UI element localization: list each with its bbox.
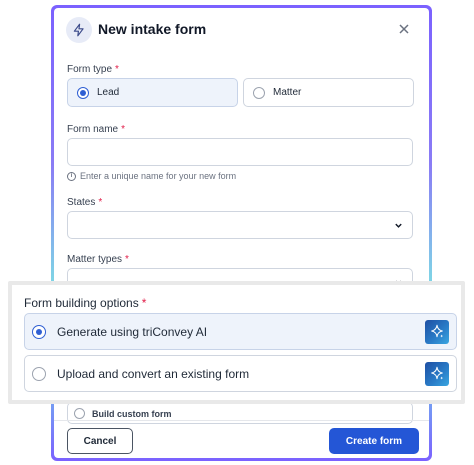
states-select[interactable] <box>67 211 413 239</box>
matter-label: Matter <box>273 87 302 98</box>
generate-ai-option[interactable]: Generate using triConvey AI <box>24 313 457 350</box>
chevron-down-icon <box>395 223 402 228</box>
generate-ai-label: Generate using triConvey AI <box>57 325 208 339</box>
sparkle-icon <box>425 320 449 344</box>
modal-title: New intake form <box>98 21 207 37</box>
form-building-label: Form building options * <box>24 296 147 310</box>
form-name-input[interactable] <box>67 138 413 166</box>
cancel-button[interactable]: Cancel <box>67 428 133 454</box>
form-name-hint: i Enter a unique name for your new form <box>67 171 236 181</box>
callout-panel: Form building options * Generate using tr… <box>12 285 461 400</box>
info-icon: i <box>67 171 76 181</box>
form-name-label: Form name * <box>67 124 126 135</box>
build-custom-label: Build custom form <box>92 409 172 419</box>
form-type-matter-option[interactable]: Matter <box>243 78 414 107</box>
form-type-lead-option[interactable]: Lead <box>67 78 238 107</box>
modal-header: New intake form <box>54 8 429 52</box>
lead-radio[interactable] <box>77 86 89 99</box>
matter-radio[interactable] <box>253 86 265 99</box>
lead-label: Lead <box>97 87 120 98</box>
upload-convert-label: Upload and convert an existing form <box>57 367 250 381</box>
lightning-icon <box>66 17 92 43</box>
form-building-callout: Form building options * Generate using tr… <box>8 281 465 404</box>
sparkle-icon <box>425 362 449 386</box>
form-type-label: Form type * <box>67 64 119 75</box>
matter-types-label: Matter types * <box>67 254 129 265</box>
build-custom-radio[interactable] <box>74 408 85 419</box>
close-icon[interactable] <box>397 22 411 36</box>
generate-ai-radio[interactable] <box>32 325 46 339</box>
upload-convert-radio[interactable] <box>32 367 46 381</box>
footer-divider <box>54 420 429 421</box>
create-form-button[interactable]: Create form <box>329 428 419 454</box>
upload-convert-option[interactable]: Upload and convert an existing form <box>24 355 457 392</box>
states-label: States * <box>67 197 103 208</box>
